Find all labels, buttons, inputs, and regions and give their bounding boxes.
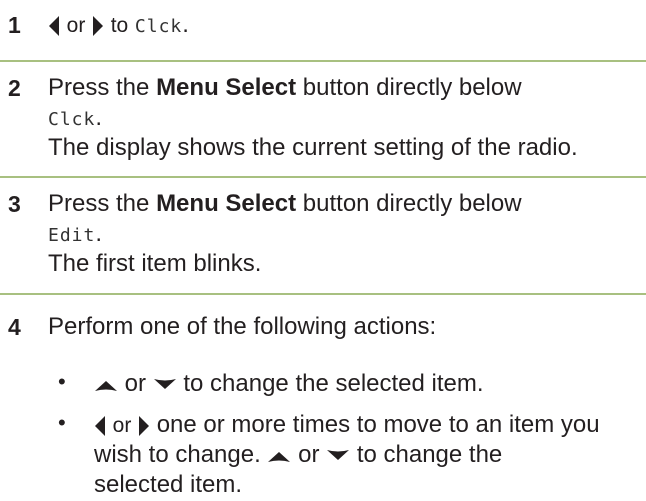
display-code: Clck [48,109,96,130]
step-content: or to Clck. [48,10,642,40]
step-result: The display shows the current setting of… [48,134,578,161]
display-code: Clck [134,16,183,37]
bullet-marker: • [58,410,66,435]
up-arrow-icon [95,380,117,391]
down-arrow-icon [327,449,350,460]
step-number: 1 [8,12,21,38]
divider [0,293,646,295]
step-number: 2 [8,75,21,101]
step-content: Press the Menu Select button directly be… [48,73,642,163]
button-name: Menu Select [156,74,297,101]
left-arrow-icon [49,15,59,36]
step-result: The first item blinks. [48,250,262,277]
step-content: Press the Menu Select button directly be… [48,189,642,279]
right-arrow-icon [139,415,150,436]
down-arrow-icon [153,378,176,389]
divider [0,60,646,62]
step-number: 4 [8,314,21,340]
step-content: Perform one of the following actions: [48,313,437,340]
left-arrow-icon [95,415,105,436]
up-arrow-icon [268,451,291,462]
step-number: 3 [8,191,21,217]
display-code: Edit [48,225,96,246]
button-name: Menu Select [156,190,297,217]
bullet-marker: • [58,369,66,394]
instruction-page: 1 or to Clck. 2 Press the Menu Select bu… [0,0,646,501]
right-arrow-icon [93,15,104,36]
divider [0,176,646,178]
